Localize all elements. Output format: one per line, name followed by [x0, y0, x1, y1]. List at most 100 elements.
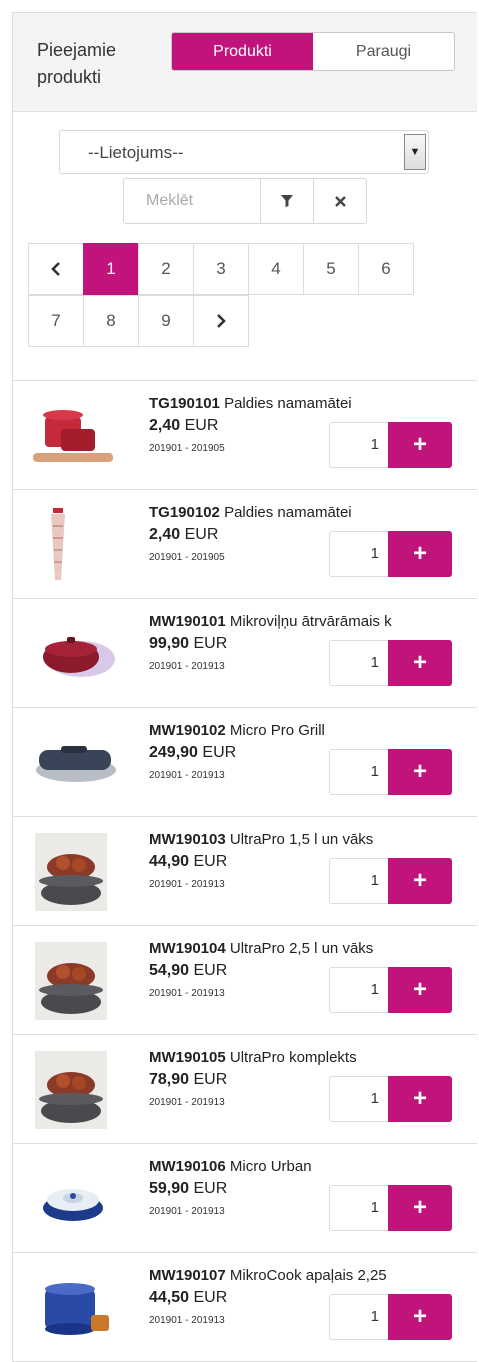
product-name: Paldies namamātei — [224, 504, 352, 521]
product-currency: EUR — [184, 526, 219, 543]
product-image — [43, 637, 115, 677]
close-icon — [334, 195, 346, 207]
product-name: MikroCook apaļais 2,25 — [229, 1267, 387, 1284]
page-button-3[interactable]: 3 — [193, 243, 249, 295]
product-currency: EUR — [193, 853, 228, 870]
usage-select-value: --Lietojums-- — [88, 143, 184, 162]
plus-icon: + — [412, 649, 427, 676]
tab-products[interactable]: Produkti — [172, 33, 313, 70]
product-code: MW190105 — [149, 1049, 226, 1066]
page-button-4[interactable]: 4 — [248, 243, 304, 295]
add-to-cart-button[interactable]: + — [388, 640, 452, 686]
quantity-input[interactable]: 1 — [329, 1185, 389, 1231]
plus-icon: + — [412, 758, 427, 785]
product-code: MW190107 — [149, 1267, 226, 1284]
prev-page-button[interactable] — [28, 243, 84, 295]
product-name: Micro Pro Grill — [229, 722, 325, 739]
product-row: MW190101 Mikroviļņu ātrvārāmais k 99,90 … — [13, 599, 477, 708]
product-row: MW190105 UltraPro komplekts 78,90 EUR 20… — [13, 1035, 477, 1144]
add-to-cart-button[interactable]: + — [388, 858, 452, 904]
add-to-cart-button[interactable]: + — [388, 967, 452, 1013]
product-image — [43, 1189, 103, 1221]
product-row: MW190107 MikroCook apaļais 2,25 44,50 EU… — [13, 1253, 477, 1361]
pagination-row: 1 2 3 4 5 6 — [28, 243, 414, 296]
product-code: MW190102 — [149, 722, 226, 739]
filter-button[interactable] — [261, 178, 314, 224]
plus-icon: + — [412, 1303, 427, 1330]
plus-icon: + — [412, 1085, 427, 1112]
product-code: TG190102 — [149, 504, 220, 521]
product-price: 44,90 — [149, 853, 190, 870]
page-button-8[interactable]: 8 — [83, 295, 139, 347]
product-price: 2,40 — [149, 417, 181, 434]
product-image — [35, 833, 107, 911]
product-price: 78,90 — [149, 1071, 190, 1088]
product-code: TG190101 — [149, 395, 220, 412]
product-code: MW190101 — [149, 613, 226, 630]
product-image — [33, 410, 113, 462]
product-name: Mikroviļņu ātrvārāmais k — [229, 613, 392, 630]
quantity-input[interactable]: 1 — [329, 1294, 389, 1340]
page-button-9[interactable]: 9 — [138, 295, 194, 347]
product-name: Micro Urban — [229, 1158, 312, 1175]
panel-header: Pieejamie produkti Produkti Paraugi — [13, 13, 477, 112]
add-to-cart-button[interactable]: + — [388, 1185, 452, 1231]
add-to-cart-button[interactable]: + — [388, 1076, 452, 1122]
usage-select[interactable]: --Lietojums-- ▼ — [59, 130, 429, 174]
tab-samples[interactable]: Paraugi — [313, 33, 454, 70]
product-name: Paldies namamātei — [224, 395, 352, 412]
page-button-5[interactable]: 5 — [303, 243, 359, 295]
quantity-input[interactable]: 1 — [329, 858, 389, 904]
product-code: MW190103 — [149, 831, 226, 848]
search-bar: Meklēt — [123, 178, 367, 224]
page-button-2[interactable]: 2 — [138, 243, 194, 295]
quantity-input[interactable]: 1 — [329, 967, 389, 1013]
product-currency: EUR — [193, 962, 228, 979]
product-price: 59,90 — [149, 1180, 190, 1197]
page-button-6[interactable]: 6 — [358, 243, 414, 295]
pagination: 1 2 3 4 5 6 7 8 9 — [28, 243, 414, 348]
quantity-input[interactable]: 1 — [329, 640, 389, 686]
product-row: MW190104 UltraPro 2,5 l un vāks 54,90 EU… — [13, 926, 477, 1035]
chevron-right-icon — [217, 314, 226, 328]
available-products-panel: Pieejamie produkti Produkti Paraugi --Li… — [12, 12, 477, 1362]
add-to-cart-button[interactable]: + — [388, 422, 452, 468]
product-name: UltraPro komplekts — [229, 1049, 357, 1066]
dropdown-arrow-icon[interactable]: ▼ — [404, 134, 426, 170]
product-name: UltraPro 1,5 l un vāks — [229, 831, 374, 848]
quantity-input[interactable]: 1 — [329, 422, 389, 468]
search-input[interactable]: Meklēt — [123, 178, 261, 224]
plus-icon: + — [412, 867, 427, 894]
product-code: MW190104 — [149, 940, 226, 957]
product-row: TG190102 Paldies namamātei 2,40 EUR 2019… — [13, 490, 477, 599]
products-samples-toggle: Produkti Paraugi — [171, 32, 455, 71]
product-image — [36, 746, 116, 782]
clear-button[interactable] — [314, 178, 367, 224]
product-currency: EUR — [193, 1180, 228, 1197]
product-currency: EUR — [193, 1071, 228, 1088]
product-row: MW190103 UltraPro 1,5 l un vāks 44,90 EU… — [13, 817, 477, 926]
page-button-1[interactable]: 1 — [83, 243, 139, 295]
product-list: TG190101 Paldies namamātei 2,40 EUR 2019… — [13, 381, 477, 1361]
add-to-cart-button[interactable]: + — [388, 1294, 452, 1340]
product-price: 2,40 — [149, 526, 181, 543]
product-image — [35, 1051, 107, 1129]
next-page-button[interactable] — [193, 295, 249, 347]
product-price: 54,90 — [149, 962, 190, 979]
product-currency: EUR — [202, 744, 237, 761]
product-price: 249,90 — [149, 744, 198, 761]
product-row: MW190106 Micro Urban 59,90 EUR 201901 - … — [13, 1144, 477, 1253]
product-row: TG190101 Paldies namamātei 2,40 EUR 2019… — [13, 381, 477, 490]
product-code: MW190106 — [149, 1158, 226, 1175]
quantity-input[interactable]: 1 — [329, 1076, 389, 1122]
product-image — [51, 508, 65, 580]
product-image — [35, 942, 107, 1020]
product-name: UltraPro 2,5 l un vāks — [229, 940, 374, 957]
quantity-input[interactable]: 1 — [329, 531, 389, 577]
quantity-input[interactable]: 1 — [329, 749, 389, 795]
add-to-cart-button[interactable]: + — [388, 749, 452, 795]
panel-title: Pieejamie produkti — [37, 40, 117, 87]
add-to-cart-button[interactable]: + — [388, 531, 452, 577]
page-button-7[interactable]: 7 — [28, 295, 84, 347]
plus-icon: + — [412, 976, 427, 1003]
